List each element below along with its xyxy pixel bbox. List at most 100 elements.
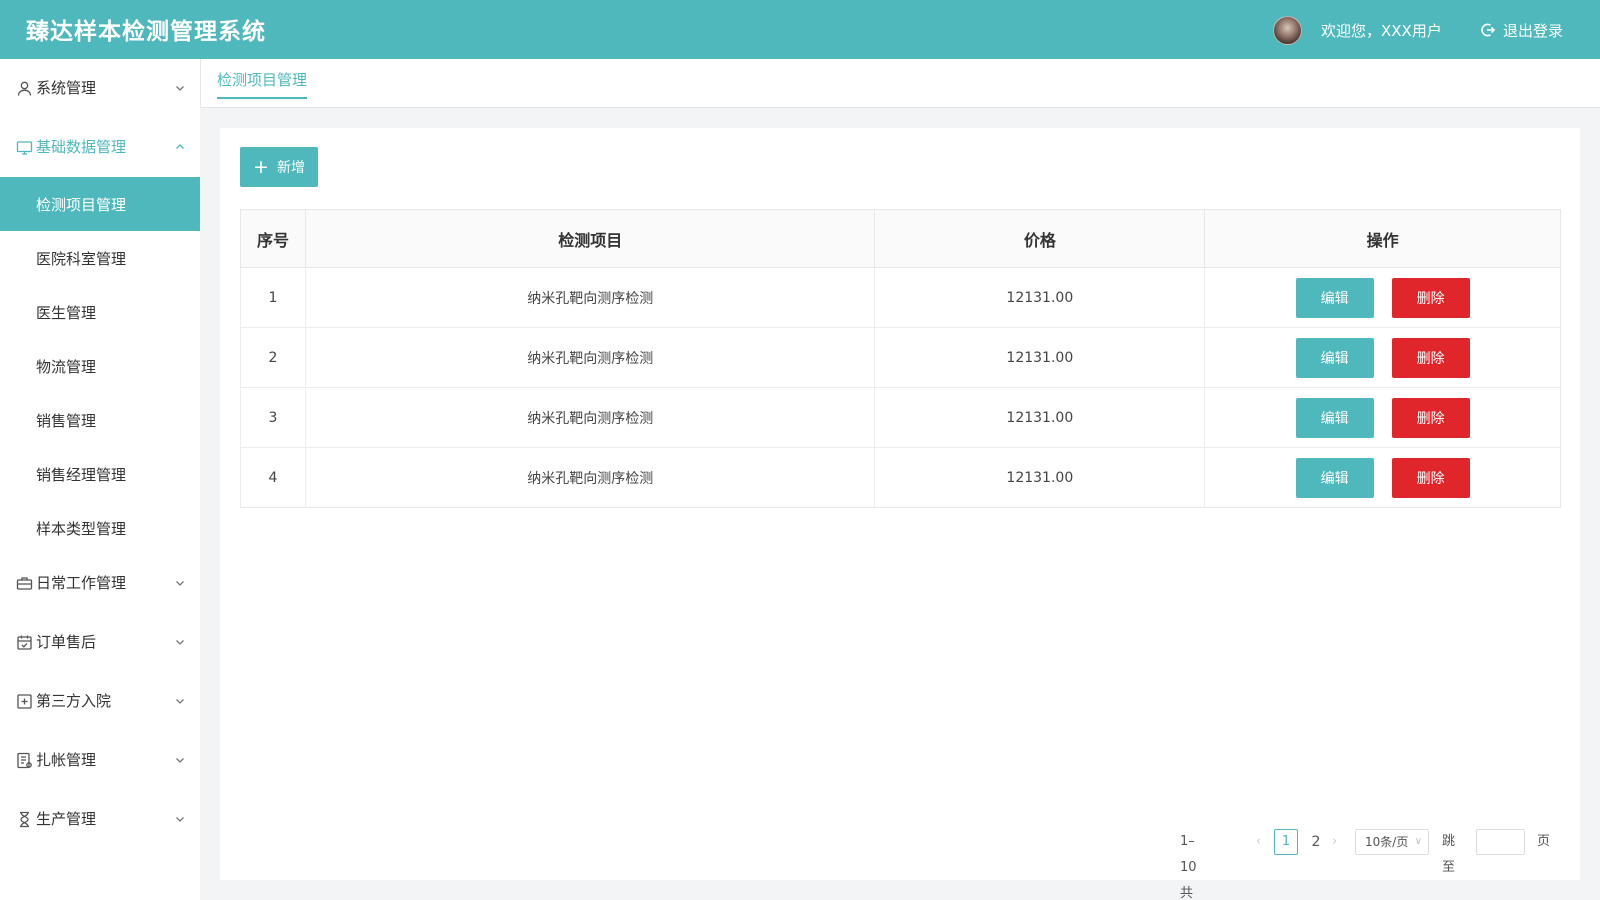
- page-size-select[interactable]: 10条/页 ∨: [1355, 829, 1429, 855]
- menu-label: 扎帐管理: [36, 751, 97, 769]
- menu-order-after-sales[interactable]: 订单售后: [0, 617, 200, 667]
- menu-label: 基础数据管理: [36, 138, 127, 156]
- tab-test-items[interactable]: 检测项目管理: [217, 69, 308, 99]
- sidebar-item-label: 物流管理: [36, 358, 97, 376]
- chevron-down-icon: [176, 86, 184, 91]
- cell-price: 12131.00: [874, 387, 1205, 448]
- delete-button[interactable]: 删除: [1391, 397, 1470, 438]
- briefcase-icon: [16, 577, 33, 590]
- add-button[interactable]: + 新增: [240, 147, 318, 187]
- table-row: 1 纳米孔靶向测序检测 12131.00 编辑 删除: [240, 267, 1561, 328]
- ledger-icon: [17, 752, 32, 769]
- delete-button[interactable]: 删除: [1391, 457, 1470, 498]
- prev-page-icon[interactable]: ‹: [1256, 829, 1268, 855]
- chevron-down-icon: [176, 640, 184, 645]
- delete-button[interactable]: 删除: [1391, 337, 1470, 378]
- sidebar-item-logistics[interactable]: 物流管理: [0, 339, 200, 393]
- cell-price: 12131.00: [874, 327, 1205, 388]
- table-row: 2 纳米孔靶向测序检测 12131.00 编辑 删除: [240, 327, 1561, 388]
- chevron-down-icon: [176, 581, 184, 586]
- pagination-total: 1–10 共11条: [1180, 834, 1197, 900]
- logout-icon: [1481, 23, 1496, 37]
- calendar-icon: [17, 635, 32, 650]
- data-table: 序号 检测项目 价格 操作 1 纳米孔靶向测序检测 12131.00 编辑 删除 …: [240, 209, 1561, 508]
- column-header-actions: 操作: [1204, 209, 1561, 268]
- sidebar-item-label: 医院科室管理: [36, 250, 127, 268]
- cell-actions: 编辑 删除: [1204, 447, 1561, 508]
- add-label: 新增: [276, 160, 305, 176]
- sidebar: 系统管理 基础数据管理 检测项目管理 医院科室管理 医生管理 物流管理 销售管理…: [0, 59, 200, 900]
- menu-production-management[interactable]: 生产管理: [0, 794, 200, 844]
- sidebar-item-hospital-departments[interactable]: 医院科室管理: [0, 231, 200, 285]
- edit-button[interactable]: 编辑: [1295, 397, 1374, 438]
- page-size-value: 10条/页: [1365, 835, 1409, 849]
- jump-page-input[interactable]: [1476, 829, 1525, 855]
- app-title: 臻达样本检测管理系统: [26, 19, 266, 45]
- cell-actions: 编辑 删除: [1204, 267, 1561, 328]
- column-header-price: 价格: [874, 209, 1206, 268]
- edit-button[interactable]: 编辑: [1295, 457, 1374, 498]
- logout-label: 退出登录: [1503, 21, 1564, 40]
- menu-system-management[interactable]: 系统管理: [0, 63, 200, 113]
- chevron-up-icon: [176, 144, 184, 149]
- edit-button[interactable]: 编辑: [1295, 277, 1374, 318]
- sidebar-item-label: 医生管理: [36, 304, 97, 322]
- column-header-item: 检测项目: [304, 209, 876, 268]
- cell-item: 纳米孔靶向测序检测: [304, 447, 875, 508]
- chevron-down-icon: ∨: [1414, 836, 1422, 847]
- delete-button[interactable]: 删除: [1391, 277, 1470, 318]
- chevron-down-icon: [176, 758, 184, 763]
- menu-daily-work-management[interactable]: 日常工作管理: [0, 558, 200, 608]
- sidebar-item-sales-managers[interactable]: 销售经理管理: [0, 447, 200, 501]
- top-header: 臻达样本检测管理系统 欢迎您，XXX用户 退出登录: [0, 0, 1600, 59]
- monitor-icon: [16, 141, 33, 155]
- cell-index: 4: [240, 447, 306, 508]
- chevron-down-icon: [176, 817, 184, 822]
- tab-strip: 检测项目管理: [200, 59, 1600, 108]
- cell-index: 1: [240, 267, 306, 328]
- cell-item: 纳米孔靶向测序检测: [304, 387, 875, 448]
- menu-label: 生产管理: [36, 810, 97, 828]
- table-header-row: 序号 检测项目 价格 操作: [240, 209, 1561, 268]
- avatar[interactable]: [1273, 16, 1302, 45]
- menu-basic-data-management[interactable]: 基础数据管理: [0, 122, 200, 172]
- sidebar-item-sales[interactable]: 销售管理: [0, 393, 200, 447]
- cell-price: 12131.00: [874, 267, 1205, 328]
- cell-item: 纳米孔靶向测序检测: [304, 327, 875, 388]
- cell-actions: 编辑 删除: [1204, 387, 1561, 448]
- sidebar-item-doctors[interactable]: 医生管理: [0, 285, 200, 339]
- sidebar-item-label: 样本类型管理: [36, 520, 127, 538]
- column-header-index: 序号: [240, 209, 306, 268]
- menu-label: 系统管理: [36, 79, 97, 97]
- main-panel: + 新增 序号 检测项目 价格 操作 1 纳米孔靶向测序检测 12131.00: [220, 128, 1580, 880]
- sidebar-item-test-items[interactable]: 检测项目管理: [0, 177, 200, 231]
- sidebar-item-label: 销售管理: [36, 412, 97, 430]
- table-row: 4 纳米孔靶向测序检测 12131.00 编辑 删除: [240, 447, 1561, 508]
- next-page-icon[interactable]: ›: [1332, 829, 1344, 855]
- table-row: 3 纳米孔靶向测序检测 12131.00 编辑 删除: [240, 387, 1561, 448]
- plus-icon: +: [253, 155, 269, 178]
- hospital-icon: [17, 694, 32, 709]
- logout-button[interactable]: 退出登录: [1480, 18, 1563, 42]
- page-unit-label: 页: [1537, 834, 1551, 849]
- page-button-2[interactable]: 2: [1306, 829, 1326, 855]
- chevron-down-icon: [176, 699, 184, 704]
- sidebar-item-label: 检测项目管理: [36, 196, 127, 214]
- edit-button[interactable]: 编辑: [1295, 337, 1374, 378]
- sidebar-item-label: 销售经理管理: [36, 466, 127, 484]
- page-button-1[interactable]: 1: [1274, 829, 1298, 855]
- sidebar-item-sample-types[interactable]: 样本类型管理: [0, 501, 200, 555]
- cell-index: 3: [240, 387, 306, 448]
- cell-actions: 编辑 删除: [1204, 327, 1561, 388]
- menu-label: 日常工作管理: [36, 574, 127, 592]
- user-icon: [17, 81, 32, 96]
- cell-item: 纳米孔靶向测序检测: [304, 267, 875, 328]
- welcome-text: 欢迎您，XXX用户: [1321, 22, 1442, 40]
- jump-label: 跳至: [1442, 834, 1456, 875]
- menu-account-settlement[interactable]: 扎帐管理: [0, 735, 200, 785]
- menu-label: 第三方入院: [36, 692, 112, 710]
- menu-label: 订单售后: [36, 633, 97, 651]
- menu-third-party-admission[interactable]: 第三方入院: [0, 676, 200, 726]
- hourglass-icon: [20, 811, 29, 828]
- cell-price: 12131.00: [874, 447, 1205, 508]
